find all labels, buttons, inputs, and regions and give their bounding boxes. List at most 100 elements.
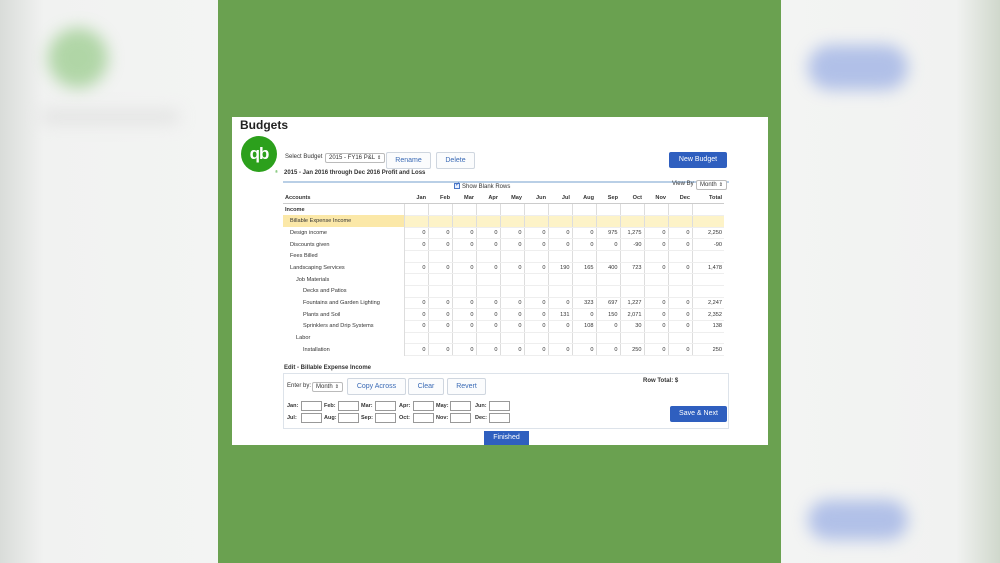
month-cell[interactable]	[524, 273, 549, 286]
month-cell[interactable]	[668, 273, 693, 286]
month-cell[interactable]: 0	[548, 227, 573, 240]
month-cell[interactable]: 400	[596, 262, 621, 275]
month-cell[interactable]: 0	[644, 262, 669, 275]
month-cell[interactable]	[668, 203, 693, 216]
month-cell[interactable]	[524, 203, 549, 216]
save-next-button[interactable]: Save & Next	[670, 406, 727, 422]
month-cell[interactable]: 30	[620, 320, 645, 333]
month-cell[interactable]: 0	[404, 227, 429, 240]
month-cell[interactable]: 0	[668, 227, 693, 240]
month-cell[interactable]: 0	[668, 320, 693, 333]
month-cell[interactable]	[428, 273, 453, 286]
month-cell[interactable]: 0	[548, 343, 573, 357]
month-cell[interactable]	[668, 215, 693, 228]
month-cell[interactable]	[548, 285, 573, 298]
month-cell[interactable]	[572, 215, 597, 228]
month-cell[interactable]: 0	[452, 343, 477, 357]
table-row[interactable]: Job Materials	[283, 273, 724, 286]
month-cell[interactable]: 0	[404, 297, 429, 310]
month-cell[interactable]: 0	[404, 308, 429, 322]
month-cell[interactable]	[524, 332, 549, 345]
month-amount-input[interactable]	[489, 401, 510, 411]
month-cell[interactable]	[548, 203, 573, 216]
month-cell[interactable]	[500, 332, 525, 345]
rename-button[interactable]: Rename	[386, 152, 431, 169]
month-cell[interactable]: 723	[620, 262, 645, 275]
delete-button[interactable]: Delete	[436, 152, 475, 169]
month-cell[interactable]: 0	[476, 297, 501, 310]
month-cell[interactable]	[548, 215, 573, 228]
month-cell[interactable]: 0	[428, 262, 453, 275]
view-by-select[interactable]: Month ⇕	[696, 180, 727, 190]
month-cell[interactable]	[452, 273, 477, 286]
month-cell[interactable]: 0	[644, 238, 669, 251]
month-cell[interactable]: 0	[500, 227, 525, 240]
month-cell[interactable]: 0	[596, 343, 621, 357]
month-cell[interactable]: 1,275	[620, 227, 645, 240]
month-cell[interactable]: 0	[428, 297, 453, 310]
month-cell[interactable]	[596, 203, 621, 216]
month-cell[interactable]: 697	[596, 297, 621, 310]
month-cell[interactable]: 0	[668, 308, 693, 322]
month-cell[interactable]: 0	[548, 297, 573, 310]
month-cell[interactable]: 0	[404, 238, 429, 251]
month-cell[interactable]: 323	[572, 297, 597, 310]
month-cell[interactable]: 0	[500, 308, 525, 322]
month-cell[interactable]: 0	[500, 262, 525, 275]
month-amount-input[interactable]	[301, 413, 322, 423]
month-cell[interactable]	[572, 332, 597, 345]
month-cell[interactable]: 0	[668, 343, 693, 357]
month-cell[interactable]	[620, 203, 645, 216]
month-cell[interactable]	[500, 203, 525, 216]
month-cell[interactable]	[428, 250, 453, 263]
month-cell[interactable]	[404, 215, 429, 228]
revert-button[interactable]: Revert	[447, 378, 486, 395]
month-cell[interactable]	[548, 250, 573, 263]
month-cell[interactable]	[620, 285, 645, 298]
month-cell[interactable]: 0	[452, 262, 477, 275]
month-amount-input[interactable]	[489, 413, 510, 423]
new-budget-button[interactable]: New Budget	[669, 152, 727, 168]
month-cell[interactable]	[500, 215, 525, 228]
month-cell[interactable]: 0	[524, 320, 549, 333]
month-cell[interactable]	[644, 332, 669, 345]
month-cell[interactable]	[620, 250, 645, 263]
month-cell[interactable]	[452, 332, 477, 345]
month-cell[interactable]	[668, 250, 693, 263]
month-cell[interactable]	[476, 215, 501, 228]
month-cell[interactable]	[524, 250, 549, 263]
table-row[interactable]: Fountains and Garden Lighting 0 0 0 0 0 0 0 323 6…	[283, 297, 724, 310]
month-cell[interactable]: 190	[548, 262, 573, 275]
month-cell[interactable]: 108	[572, 320, 597, 333]
month-cell[interactable]	[476, 250, 501, 263]
month-cell[interactable]	[596, 215, 621, 228]
month-cell[interactable]	[500, 250, 525, 263]
month-cell[interactable]: 0	[572, 343, 597, 357]
month-cell[interactable]	[572, 285, 597, 298]
month-cell[interactable]	[596, 332, 621, 345]
month-cell[interactable]	[644, 215, 669, 228]
month-amount-input[interactable]	[338, 413, 359, 423]
month-cell[interactable]	[452, 250, 477, 263]
table-row[interactable]: Fees Billed	[283, 250, 724, 263]
copy-across-button[interactable]: Copy Across	[347, 378, 406, 395]
month-cell[interactable]: 0	[596, 238, 621, 251]
month-cell[interactable]	[500, 273, 525, 286]
month-cell[interactable]: 0	[524, 308, 549, 322]
month-cell[interactable]: 0	[452, 297, 477, 310]
month-cell[interactable]: 0	[668, 238, 693, 251]
month-cell[interactable]: 0	[500, 320, 525, 333]
month-cell[interactable]	[452, 285, 477, 298]
month-cell[interactable]: 0	[428, 320, 453, 333]
table-row[interactable]: Decks and Patios	[283, 285, 724, 298]
month-amount-input[interactable]	[375, 401, 396, 411]
table-row[interactable]: Discounts given 0 0 0 0 0 0 0 0 0 -90 0 0 -90	[283, 238, 724, 251]
month-amount-input[interactable]	[450, 401, 471, 411]
month-cell[interactable]	[404, 250, 429, 263]
month-cell[interactable]: 0	[596, 320, 621, 333]
month-cell[interactable]: 0	[572, 238, 597, 251]
table-row[interactable]: Income	[283, 203, 724, 216]
month-cell[interactable]	[452, 215, 477, 228]
month-amount-input[interactable]	[413, 413, 434, 423]
month-cell[interactable]	[428, 215, 453, 228]
